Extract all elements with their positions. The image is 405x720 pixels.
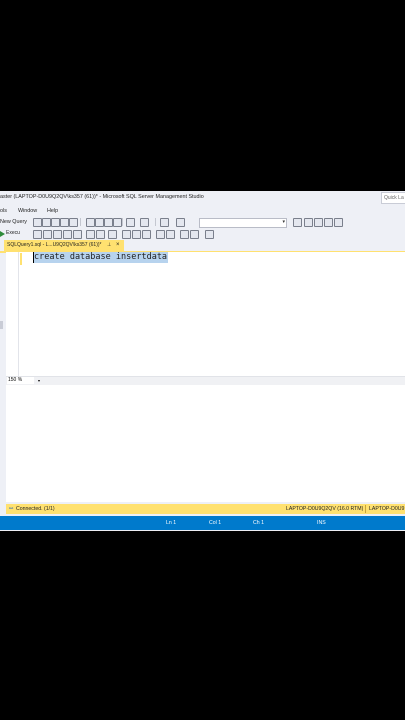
- uncomment-icon[interactable]: [166, 230, 175, 239]
- stop-icon[interactable]: [33, 230, 42, 239]
- object-explorer-icon[interactable]: [324, 218, 333, 227]
- server-name: LAPTOP-D0U9Q2QV (16.0 RTM): [286, 506, 364, 512]
- include-plan-icon[interactable]: [86, 230, 95, 239]
- execute-button[interactable]: Execu: [0, 230, 20, 238]
- char-number: Ch 1: [253, 520, 264, 526]
- insert-mode: INS: [317, 520, 326, 526]
- menu-tools[interactable]: ols: [0, 208, 7, 214]
- toolbar-separator: [80, 218, 81, 226]
- column-number: Col 1: [209, 520, 222, 526]
- tab-sqlquery1[interactable]: SQLQuery1.sql - L...U9Q2QV\ks357 (61))* …: [4, 240, 124, 251]
- query-status-bar: ⚯ Connected. (1/1) LAPTOP-D0U9Q2QV (16.0 …: [6, 504, 405, 514]
- quick-launch-input[interactable]: Quick La: [381, 192, 405, 204]
- chevron-down-icon: ▾: [282, 219, 285, 225]
- dax-query-icon[interactable]: [60, 218, 69, 227]
- menu-window[interactable]: Window: [18, 208, 37, 214]
- undo-icon[interactable]: [126, 218, 135, 227]
- comment-icon[interactable]: [156, 230, 165, 239]
- zoom-value: 150 %: [8, 377, 23, 383]
- paste-icon[interactable]: [104, 218, 113, 227]
- results-grid-icon[interactable]: [132, 230, 141, 239]
- estimated-plan-icon[interactable]: [53, 230, 62, 239]
- standard-toolbar: New Query ▾: [0, 216, 405, 228]
- new-query-button[interactable]: New Query: [0, 219, 27, 225]
- customize-icon[interactable]: [334, 218, 343, 227]
- toolbar-separator: [122, 218, 123, 226]
- connection-text: Connected. (1/1): [16, 506, 55, 512]
- text-caret: [33, 252, 34, 263]
- zoom-select[interactable]: 150 % ▾: [7, 377, 40, 384]
- results-pane: [6, 385, 405, 502]
- menu-bar: ols Window Help: [0, 206, 405, 216]
- search-icon[interactable]: [160, 218, 169, 227]
- indent-icon[interactable]: [190, 230, 199, 239]
- query-designer-icon[interactable]: [63, 230, 72, 239]
- line-number: Ln 1: [166, 520, 177, 526]
- copy-icon[interactable]: [95, 218, 104, 227]
- code-line[interactable]: create database insertdata: [33, 252, 169, 263]
- find-dropdown-icon[interactable]: [176, 218, 185, 227]
- collapsed-panel-marker[interactable]: [0, 321, 3, 329]
- search-combo[interactable]: ▾: [199, 218, 287, 228]
- login-name: LAPTOP-D0U9: [369, 506, 405, 512]
- play-icon: [0, 231, 5, 237]
- mdx-query-icon[interactable]: [33, 218, 42, 227]
- dmx-query-icon[interactable]: [42, 218, 51, 227]
- editor-gutter: [6, 252, 19, 377]
- pin-icon[interactable]: ⊥: [107, 240, 111, 251]
- status-separator: [365, 505, 366, 513]
- connected-icon: ⚯: [9, 506, 14, 512]
- ssms-window: aster (LAPTOP-D0U9Q2QV\ks357 (61))* - Mi…: [0, 191, 405, 531]
- save-icon[interactable]: [113, 218, 122, 227]
- sql-editor-toolbar: Execu: [0, 228, 405, 240]
- parse-check-icon[interactable]: [43, 230, 52, 239]
- close-icon[interactable]: ×: [116, 240, 120, 251]
- live-stats-icon[interactable]: [96, 230, 105, 239]
- cut-icon[interactable]: [86, 218, 95, 227]
- client-stats-icon[interactable]: [108, 230, 117, 239]
- results-text-icon[interactable]: [122, 230, 131, 239]
- execute-label: Execu: [6, 230, 20, 236]
- results-file-icon[interactable]: [142, 230, 151, 239]
- intellisense-icon[interactable]: [73, 230, 82, 239]
- toolbox-icon[interactable]: [314, 218, 323, 227]
- window-title: aster (LAPTOP-D0U9Q2QV\ks357 (61))* - Mi…: [0, 194, 204, 200]
- properties-icon[interactable]: [304, 218, 313, 227]
- toolbar-separator: [155, 218, 156, 226]
- change-marker: [20, 253, 22, 265]
- tab-label: SQLQuery1.sql - L...U9Q2QV\ks357 (61))*: [7, 242, 102, 248]
- menu-help[interactable]: Help: [47, 208, 58, 214]
- xmla-query-icon[interactable]: [51, 218, 60, 227]
- open-file-icon[interactable]: [69, 218, 78, 227]
- chevron-down-icon: ▾: [37, 378, 40, 383]
- main-status-bar: Ln 1 Col 1 Ch 1 INS: [0, 516, 405, 530]
- connection-status: ⚯ Connected. (1/1): [9, 506, 55, 512]
- title-bar: aster (LAPTOP-D0U9Q2QV\ks357 (61))* - Mi…: [0, 191, 405, 205]
- outdent-icon[interactable]: [180, 230, 189, 239]
- redo-icon[interactable]: [140, 218, 149, 227]
- solution-explorer-icon[interactable]: [293, 218, 302, 227]
- specify-values-icon[interactable]: [205, 230, 214, 239]
